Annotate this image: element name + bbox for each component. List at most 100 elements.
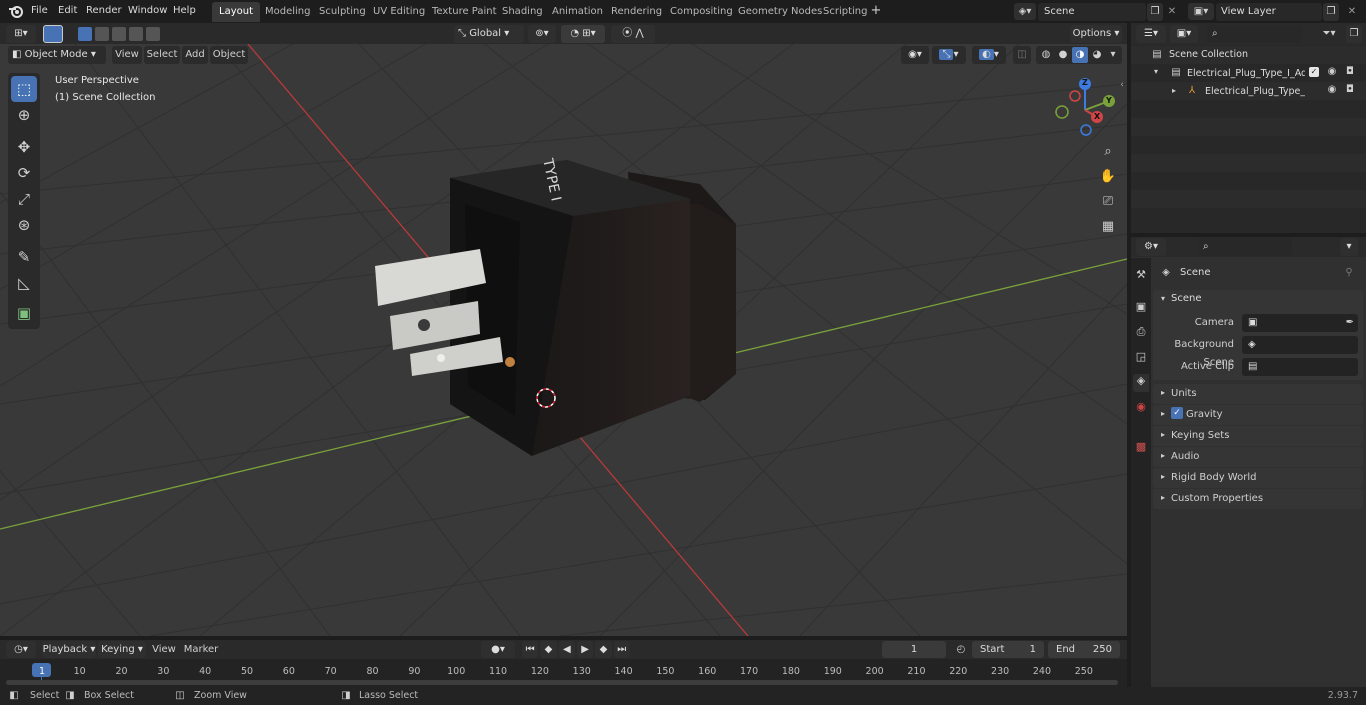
collection-item-label[interactable]: Electrical_Plug_Type_I_Adapte	[1187, 68, 1305, 79]
properties-editor-type-icon[interactable]: ⚙▾	[1136, 238, 1166, 256]
scene-tab-icon[interactable]: ◈	[1133, 374, 1149, 392]
display-mode-icon[interactable]: ▣▾	[1170, 25, 1198, 43]
add-cube-icon[interactable]: ▣	[11, 300, 37, 326]
start-frame-field[interactable]: Start 1	[972, 641, 1044, 658]
zoom-icon[interactable]: ⌕	[1098, 142, 1118, 162]
chevron-down-icon[interactable]: ▾	[1340, 238, 1358, 256]
new-collection-icon[interactable]: ❐	[1346, 25, 1362, 43]
filter-icon[interactable]: ⏷▾	[1316, 26, 1342, 42]
texture-tab-icon[interactable]: ▩	[1133, 440, 1149, 453]
tab-layout[interactable]: Layout	[212, 2, 260, 22]
material-shading-icon[interactable]: ◑	[1072, 47, 1088, 63]
render-tab-icon[interactable]: ▣	[1133, 300, 1149, 313]
editor-type-button[interactable]: ⊞▾	[6, 25, 36, 43]
exclude-checkbox[interactable]: ✓	[1309, 67, 1319, 77]
world-tab-icon[interactable]: ◉	[1133, 400, 1149, 413]
camera-render-icon[interactable]: ◘	[1344, 83, 1356, 97]
new-view-layer-icon[interactable]: ❐	[1323, 3, 1339, 21]
camera-field[interactable]: ▣ ✒	[1242, 314, 1358, 332]
menu-render[interactable]: Render	[86, 3, 122, 19]
tab-modeling[interactable]: Modeling	[258, 2, 318, 22]
camera-view-icon[interactable]: ⎚	[1098, 192, 1118, 212]
sidebar-toggle-icon[interactable]: ‹	[1118, 80, 1126, 90]
mode-extend-icon[interactable]	[95, 27, 109, 41]
menu-edit[interactable]: Edit	[58, 3, 77, 19]
select-box-icon[interactable]: ⬚	[11, 76, 37, 102]
move-icon[interactable]: ✥	[11, 134, 37, 160]
pivot-point-icon[interactable]: ⊚▾	[528, 25, 556, 43]
outliner-editor-type-icon[interactable]: ☰▾	[1136, 25, 1166, 43]
tab-shading[interactable]: Shading	[495, 2, 550, 22]
eyedropper-icon[interactable]: ✒	[1346, 314, 1358, 332]
pan-hand-icon[interactable]: ✋	[1098, 167, 1118, 187]
gravity-checkbox[interactable]: ✓	[1171, 407, 1183, 419]
scale-icon[interactable]: ⤢	[11, 186, 37, 212]
view-layer-tab-icon[interactable]: ◲	[1133, 350, 1149, 363]
close-icon[interactable]: ✕	[1166, 4, 1178, 20]
tab-sculpting[interactable]: Sculpting	[312, 2, 373, 22]
solid-shading-icon[interactable]: ●	[1055, 47, 1071, 63]
menu-object[interactable]: Object	[210, 46, 248, 64]
chevron-down-icon[interactable]: ▾	[1152, 67, 1160, 76]
timeline-scrollbar[interactable]	[6, 680, 1118, 685]
transform-orientation-dropdown[interactable]: ⤡ Global ▾	[454, 25, 524, 43]
menu-file[interactable]: File	[31, 3, 48, 19]
output-tab-icon[interactable]: ⎙	[1133, 325, 1149, 339]
tab-animation[interactable]: Animation	[545, 2, 610, 22]
gravity-panel[interactable]	[1153, 405, 1363, 425]
outliner-search-input[interactable]: ⌕	[1206, 25, 1302, 43]
mode-intersect-icon[interactable]	[146, 27, 160, 41]
scene-browse-button[interactable]: ◈▾	[1014, 3, 1036, 20]
blender-logo-icon[interactable]	[8, 3, 24, 19]
record-icon[interactable]: ●▾	[481, 641, 515, 658]
tab-compositing[interactable]: Compositing	[663, 2, 740, 22]
tab-uv-editing[interactable]: UV Editing	[366, 2, 432, 22]
background-scene-field[interactable]: ◈	[1242, 336, 1358, 354]
select-tool-icon[interactable]	[43, 25, 63, 43]
marker-menu[interactable]: Marker	[182, 641, 220, 658]
rendered-shading-icon[interactable]: ◕	[1089, 47, 1105, 63]
menu-view[interactable]: View	[112, 46, 142, 64]
mode-set-icon[interactable]	[78, 27, 92, 41]
timeline-view-menu[interactable]: View	[150, 641, 178, 658]
tab-geometry-nodes[interactable]: Geometry Nodes	[731, 2, 829, 22]
pin-icon[interactable]: ⚲	[1343, 266, 1355, 280]
playback-menu[interactable]: Playback ▾	[42, 641, 96, 658]
mode-subtract-icon[interactable]	[112, 27, 126, 41]
scene-name-field[interactable]: Scene	[1038, 3, 1146, 21]
proportional-editing-icon[interactable]: ⦿ ⋀	[611, 25, 655, 43]
cursor-icon[interactable]: ⊕	[11, 102, 37, 128]
mode-invert-icon[interactable]	[129, 27, 143, 41]
jump-start-icon[interactable]: ⏮	[522, 641, 539, 658]
eye-icon[interactable]: ◉	[1326, 83, 1338, 97]
play-icon[interactable]: ▶	[576, 641, 594, 658]
measure-icon[interactable]: ◺	[11, 270, 37, 296]
chevron-right-icon[interactable]: ▸	[1170, 86, 1178, 95]
mode-dropdown[interactable]: ◧ Object Mode ▾	[8, 46, 106, 64]
close-icon[interactable]: ✕	[1346, 4, 1358, 20]
view-layer-field[interactable]: View Layer	[1216, 3, 1322, 21]
tab-rendering[interactable]: Rendering	[604, 2, 669, 22]
options-dropdown[interactable]: Options ▾	[1070, 25, 1122, 43]
camera-render-icon[interactable]: ◘	[1344, 65, 1356, 79]
timeline-editor-type-icon[interactable]: ◷▾	[6, 641, 36, 658]
play-reverse-icon[interactable]: ◀	[558, 641, 575, 658]
menu-select[interactable]: Select	[144, 46, 180, 64]
visibility-icon[interactable]: ◉▾	[901, 46, 929, 64]
gizmo-toggle-icon[interactable]: ⤡ ▾	[932, 46, 966, 64]
current-frame-field[interactable]: 1	[882, 641, 946, 658]
view-layer-browse-button[interactable]: ▣▾	[1188, 3, 1214, 20]
annotate-icon[interactable]: ✎	[11, 244, 37, 270]
3d-viewport[interactable]: TYPE I User Perspective (1) Scene Collec…	[0, 44, 1127, 636]
keying-menu[interactable]: Keying ▾	[98, 641, 146, 658]
end-frame-field[interactable]: End 250	[1048, 641, 1120, 658]
jump-end-icon[interactable]: ⏭	[613, 641, 630, 658]
add-workspace-icon[interactable]: +	[869, 4, 883, 18]
prev-keyframe-icon[interactable]: ◆	[540, 641, 557, 658]
active-clip-field[interactable]: ▤	[1242, 358, 1358, 376]
new-scene-icon[interactable]: ❐	[1147, 3, 1163, 21]
properties-search-input[interactable]: ⌕	[1198, 238, 1292, 256]
chevron-down-icon[interactable]: ▾	[1106, 47, 1120, 63]
tab-texture-paint[interactable]: Texture Paint	[425, 2, 504, 22]
object-item-label[interactable]: Electrical_Plug_Type_I_Ac	[1205, 86, 1305, 97]
